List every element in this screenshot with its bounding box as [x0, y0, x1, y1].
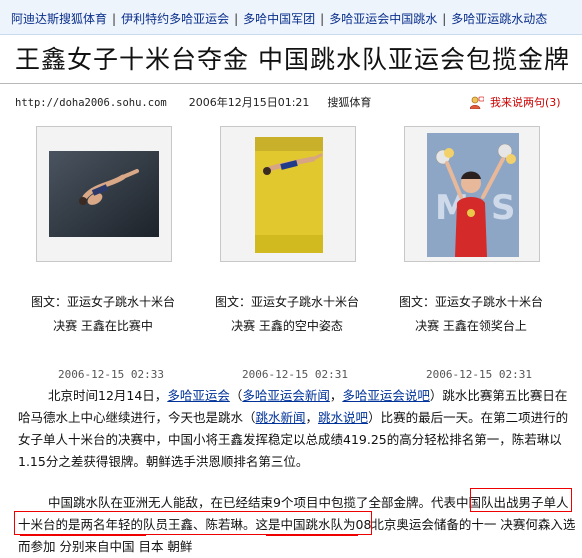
article-title: 王鑫女子十米台夺金 中国跳水队亚运会包揽金牌: [15, 45, 570, 74]
paragraph-text: ，: [329, 388, 343, 403]
diver-photo-1: [37, 127, 171, 261]
underline-names: [266, 534, 358, 536]
underline-event: [20, 534, 146, 536]
title-divider: [0, 83, 582, 84]
photo-time-1: 2006-12-15 02:33: [58, 368, 164, 381]
breadcrumb-item-1[interactable]: 伊利特约多哈亚运会: [121, 12, 229, 26]
podium-photo: M S: [405, 127, 539, 261]
breadcrumb-item-2[interactable]: 多哈中国军团: [243, 12, 315, 26]
link-diving-news[interactable]: 跳水新闻: [256, 410, 306, 425]
breadcrumb-sep: |: [112, 12, 117, 26]
article-date: 2006年12月15日01:21: [188, 96, 310, 109]
paragraph-text: 北京时间12月14日，: [48, 388, 168, 403]
link-doha-asian-games[interactable]: 多哈亚运会: [167, 388, 230, 403]
paragraph-text: ，: [305, 410, 319, 425]
link-doha-forum[interactable]: 多哈亚运会说吧: [342, 388, 430, 403]
photo-thumbnail-2[interactable]: [220, 126, 356, 262]
paragraph-text: 中国跳水队在亚洲无人能敌，在已经结束9个项目中包揽了全部金牌。: [48, 495, 431, 510]
svg-text:S: S: [491, 188, 516, 228]
link-doha-news[interactable]: 多哈亚运会新闻: [242, 388, 330, 403]
breadcrumb-sep: |: [234, 12, 239, 26]
link-diving-forum[interactable]: 跳水说吧: [318, 410, 368, 425]
photo-time-2: 2006-12-15 02:31: [242, 368, 348, 381]
photo-time-3: 2006-12-15 02:31: [426, 368, 532, 381]
breadcrumb-item-4[interactable]: 多哈亚运跳水动态: [451, 12, 547, 26]
photo-thumbnail-1[interactable]: [36, 126, 172, 262]
photo-caption-2[interactable]: 图文：亚运女子跳水十米台决赛 王鑫的空中姿态: [212, 290, 362, 338]
breadcrumb-sep: |: [442, 12, 447, 26]
breadcrumb-sep: |: [320, 12, 325, 26]
comments-count: (3): [545, 96, 561, 109]
breadcrumb-item-0[interactable]: 阿迪达斯搜狐体育: [11, 12, 107, 26]
article-source: 搜狐体育: [327, 96, 372, 109]
breadcrumb: 阿迪达斯搜狐体育 | 伊利特约多哈亚运会 | 多哈中国军团 | 多哈亚运会中国跳水 | 多哈亚运…: [11, 10, 547, 27]
highlight-box-bottom: [14, 511, 372, 535]
photo-caption-3[interactable]: 图文：亚运女子跳水十米台决赛 王鑫在领奖台上: [396, 290, 546, 338]
comment-user-icon: [469, 96, 485, 110]
article-url[interactable]: http://doha2006.sohu.com: [15, 97, 167, 109]
paragraph-text: （: [229, 388, 243, 403]
breadcrumb-bar: 阿迪达斯搜狐体育 | 伊利特约多哈亚运会 | 多哈中国军团 | 多哈亚运会中国跳水 | 多哈亚运…: [0, 0, 582, 35]
article-paragraph-1: 北京时间12月14日，多哈亚运会（多哈亚运会新闻，多哈亚运会说吧）跳水比赛第五比…: [18, 385, 578, 473]
comments-label[interactable]: 我来说两句: [490, 96, 545, 109]
highlight-box-top: [470, 488, 572, 512]
article-meta: http://doha2006.sohu.com 2006年12月15日01:21…: [15, 94, 371, 110]
photo-caption-1[interactable]: 图文：亚运女子跳水十米台决赛 王鑫在比赛中: [28, 290, 178, 338]
photo-thumbnail-3[interactable]: M S: [404, 126, 540, 262]
diver-photo-2: [221, 127, 355, 261]
comments-link[interactable]: 我来说两句(3): [469, 94, 561, 110]
breadcrumb-item-3[interactable]: 多哈亚运会中国跳水: [329, 12, 437, 26]
